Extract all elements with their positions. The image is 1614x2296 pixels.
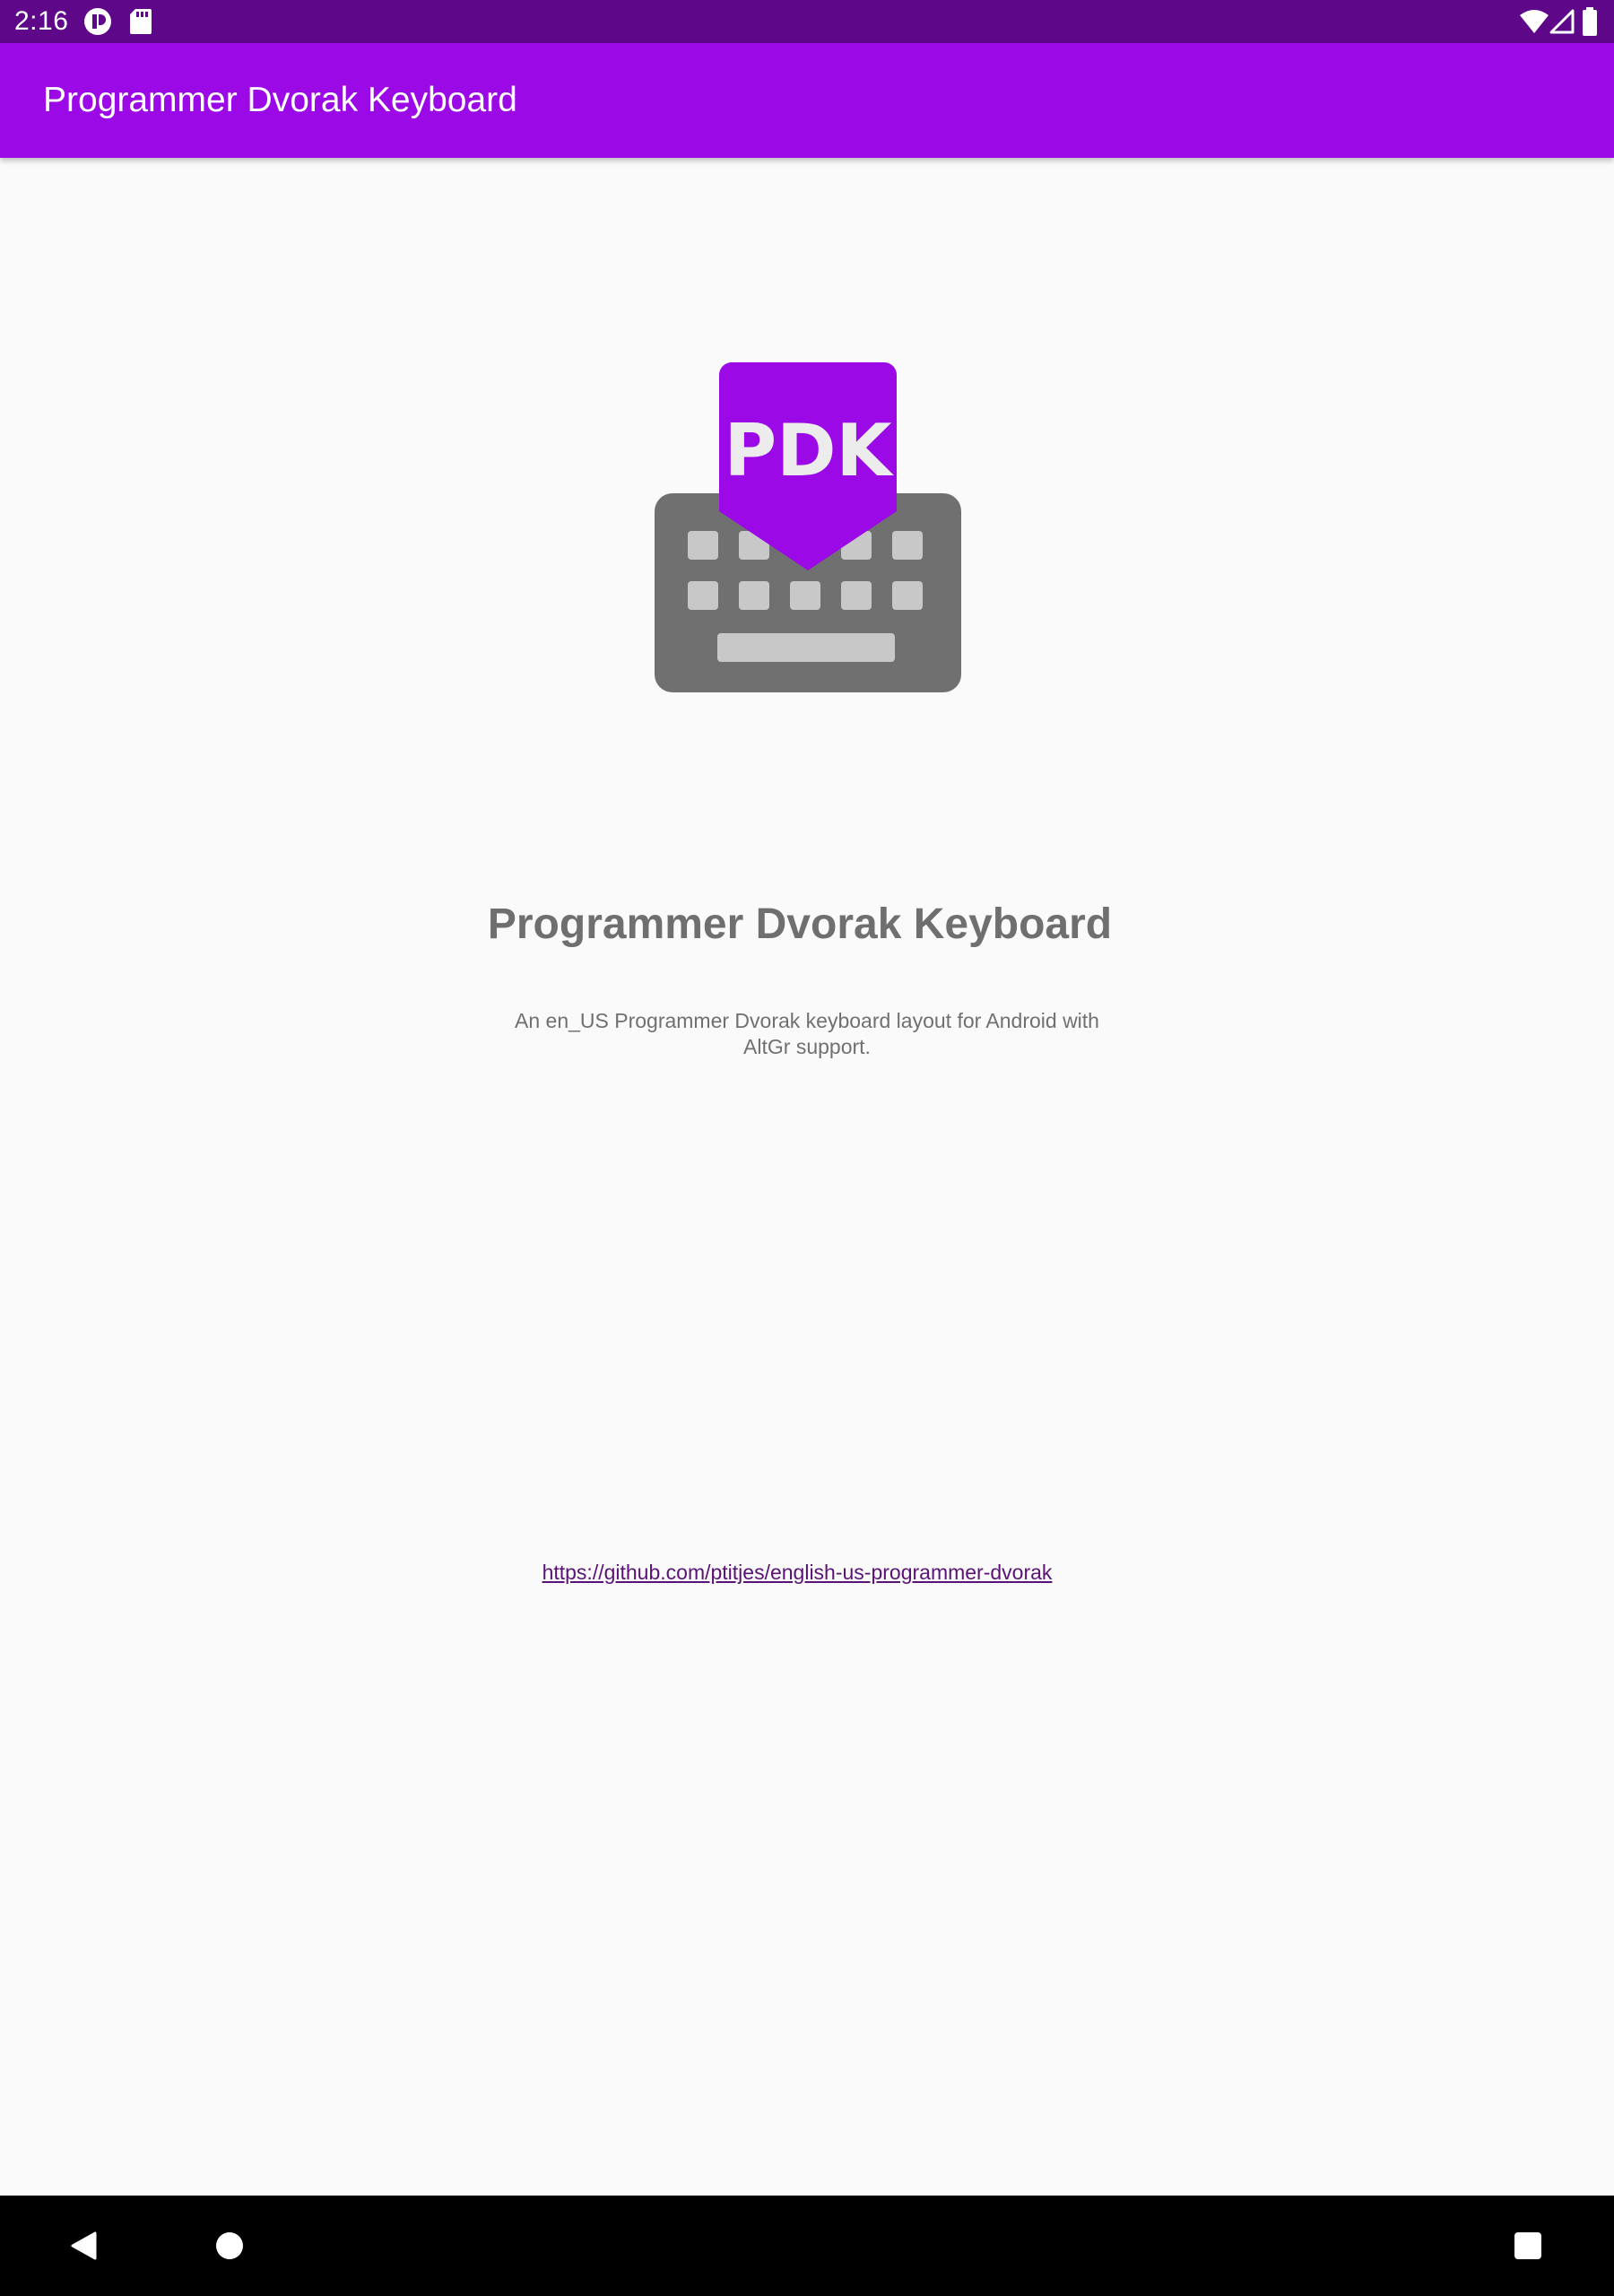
- pdk-keyboard-logo-icon: PDK: [655, 362, 961, 692]
- battery-icon: [1583, 7, 1597, 36]
- back-icon[interactable]: [70, 2231, 97, 2260]
- recents-icon[interactable]: [1514, 2231, 1542, 2260]
- status-time: 2:16: [14, 6, 69, 36]
- logo-text: PDK: [724, 409, 894, 492]
- ring-badge-icon: [84, 8, 111, 35]
- signal-icon: [1549, 9, 1575, 34]
- wifi-icon: [1520, 10, 1549, 33]
- page-heading: Programmer Dvorak Keyboard: [487, 900, 1113, 948]
- status-bar: 2:16: [0, 0, 1614, 43]
- navigation-bar: [0, 2196, 1614, 2296]
- sd-card-icon: [130, 9, 152, 34]
- app-bar: Programmer Dvorak Keyboard: [0, 43, 1614, 158]
- app-bar-title: Programmer Dvorak Keyboard: [43, 81, 517, 119]
- app-description: An en_US Programmer Dvorak keyboard layo…: [515, 1009, 1099, 1058]
- github-repo-link[interactable]: https://github.com/ptitjes/english-us-pr…: [0, 1557, 1594, 1587]
- home-icon[interactable]: [214, 2231, 245, 2261]
